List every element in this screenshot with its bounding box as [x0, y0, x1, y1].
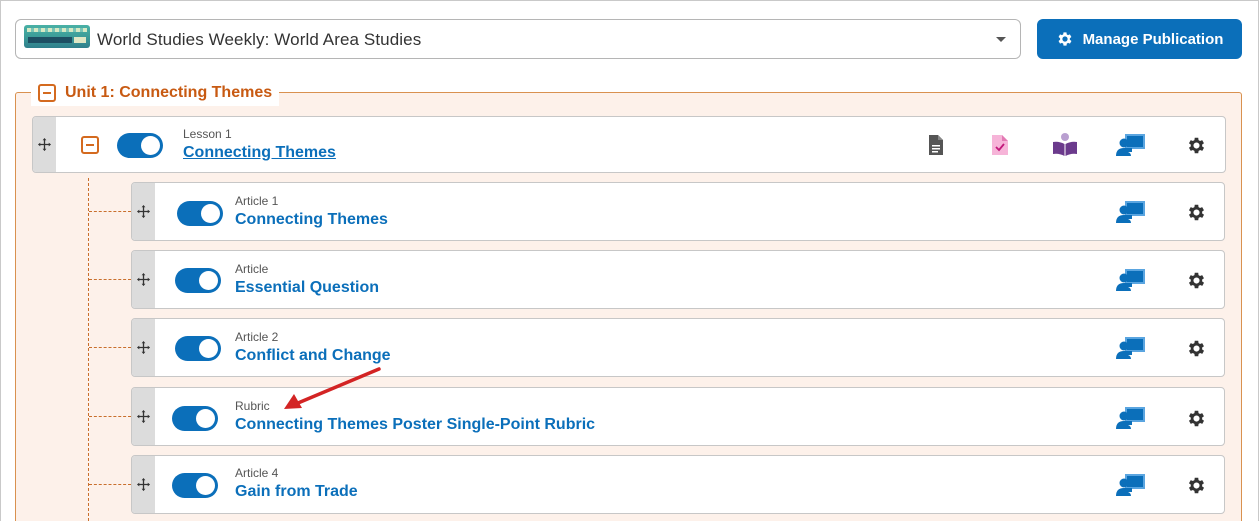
presentation-user-icon[interactable] [1115, 405, 1147, 431]
lesson-row[interactable]: Lesson 1 Connecting Themes [32, 116, 1226, 173]
item-kind: Article 4 [235, 466, 279, 480]
item-title-link[interactable]: Essential Question [235, 279, 379, 297]
lesson-visibility-toggle[interactable] [117, 133, 163, 158]
manage-publication-label: Manage Publication [1082, 30, 1224, 48]
tree-connector [89, 211, 131, 212]
gear-icon[interactable] [1185, 474, 1207, 496]
lesson-title-link[interactable]: Connecting Themes [183, 144, 336, 162]
gear-icon[interactable] [1185, 269, 1207, 291]
tree-connector [89, 416, 131, 417]
presentation-user-icon[interactable] [1115, 199, 1147, 225]
minus-square-icon[interactable] [81, 136, 99, 154]
tree-connector [89, 484, 131, 485]
drag-handle-icon[interactable] [132, 251, 155, 308]
publication-cover-thumbnail [24, 25, 90, 48]
item-kind: Article 2 [235, 330, 279, 344]
item-kind: Article 1 [235, 194, 279, 208]
drag-handle-icon[interactable] [132, 456, 155, 513]
assignment-check-icon[interactable] [988, 133, 1012, 157]
gear-icon [1058, 32, 1072, 46]
publication-select-value: World Studies Weekly: World Area Studies [97, 30, 422, 49]
item-kind: Rubric [235, 399, 270, 413]
drag-handle-icon[interactable] [132, 183, 155, 240]
gear-icon[interactable] [1185, 337, 1207, 359]
list-item[interactable]: Article Essential Question [131, 250, 1225, 309]
presentation-user-icon[interactable] [1115, 472, 1147, 498]
unit-title: Unit 1: Connecting Themes [65, 83, 273, 101]
unit-header: Unit 1: Connecting Themes [31, 79, 280, 106]
item-title-link[interactable]: Gain from Trade [235, 483, 358, 501]
presentation-user-icon[interactable] [1115, 132, 1147, 158]
document-icon[interactable] [924, 133, 948, 157]
tree-connector [89, 279, 131, 280]
drag-handle-icon[interactable] [33, 117, 56, 172]
lesson-kind: Lesson 1 [183, 127, 232, 141]
item-visibility-toggle[interactable] [175, 268, 221, 293]
item-visibility-toggle[interactable] [172, 406, 218, 431]
minus-square-icon[interactable] [38, 83, 56, 102]
item-visibility-toggle[interactable] [175, 336, 221, 361]
item-title-link[interactable]: Connecting Themes Poster Single-Point Ru… [235, 416, 595, 434]
item-kind: Article [235, 262, 269, 276]
publication-select[interactable]: World Studies Weekly: World Area Studies [15, 19, 1021, 59]
gear-icon[interactable] [1185, 407, 1207, 429]
item-title-link[interactable]: Connecting Themes [235, 211, 388, 229]
gear-icon[interactable] [1185, 201, 1207, 223]
gear-icon[interactable] [1185, 134, 1207, 156]
presentation-user-icon[interactable] [1115, 335, 1147, 361]
reader-book-icon[interactable] [1052, 132, 1078, 158]
presentation-user-icon[interactable] [1115, 267, 1147, 293]
list-item[interactable]: Article 1 Connecting Themes [131, 182, 1225, 241]
drag-handle-icon[interactable] [132, 388, 155, 445]
chevron-down-icon[interactable] [996, 37, 1006, 42]
tree-connector [88, 178, 89, 521]
tree-connector [89, 347, 131, 348]
item-visibility-toggle[interactable] [172, 473, 218, 498]
item-visibility-toggle[interactable] [177, 201, 223, 226]
list-item[interactable]: Article 4 Gain from Trade [131, 455, 1225, 514]
manage-publication-button[interactable]: Manage Publication [1037, 19, 1242, 59]
annotation-arrow-icon [284, 367, 381, 409]
drag-handle-icon[interactable] [132, 319, 155, 376]
